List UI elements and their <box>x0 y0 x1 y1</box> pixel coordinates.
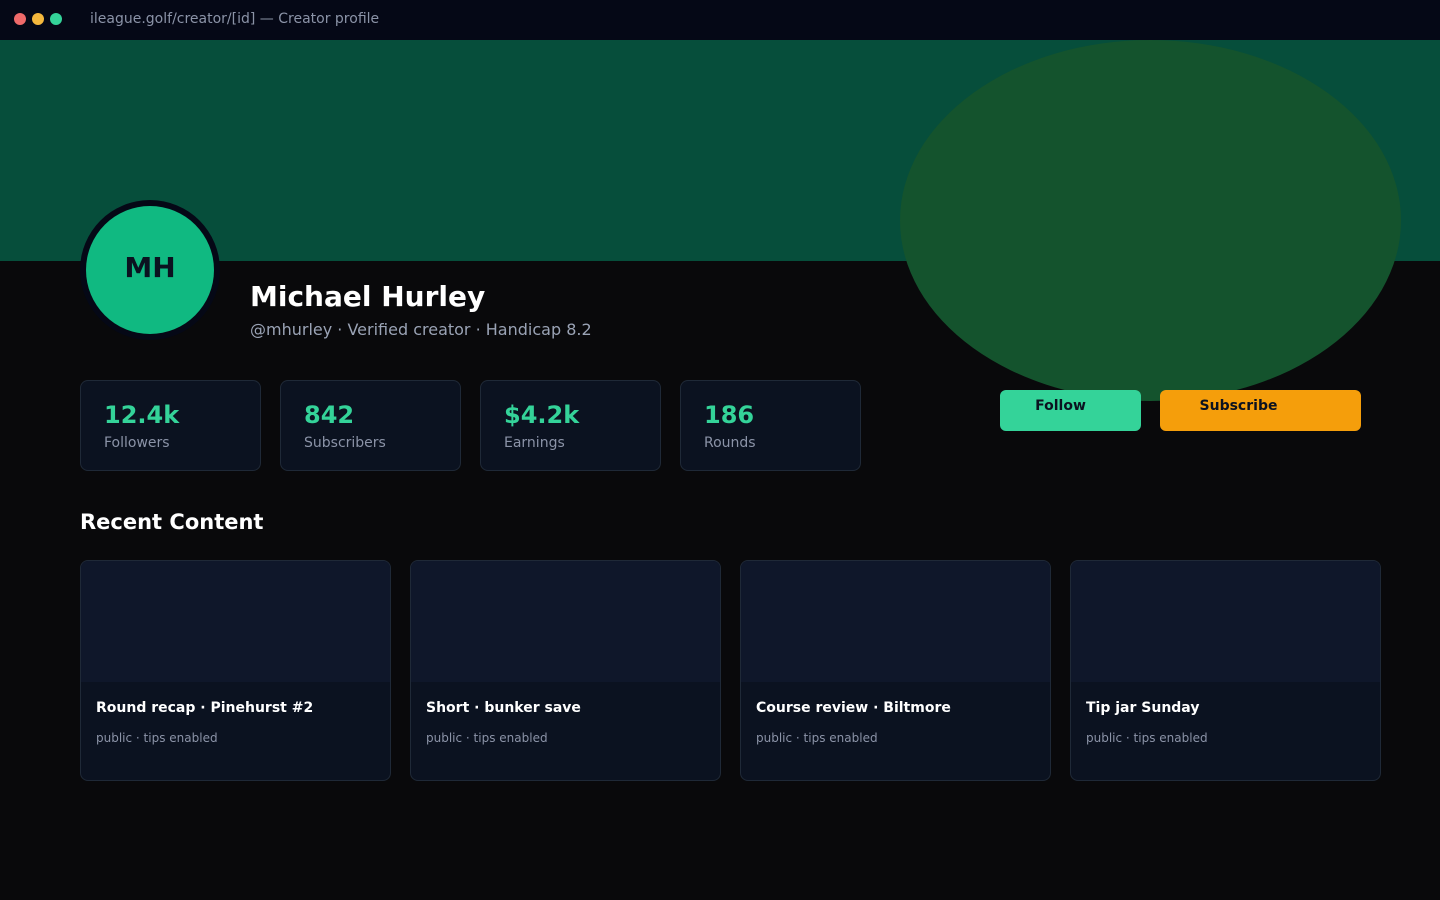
stat-value: 12.4k <box>104 401 180 429</box>
banner-decoration <box>900 40 1401 401</box>
maximize-window-icon[interactable] <box>50 13 62 25</box>
content-meta: public · tips enabled <box>426 731 548 745</box>
stat-card-subscribers: 842 Subscribers <box>280 380 461 471</box>
content-card[interactable]: Round recap · Pinehurst #2 public · tips… <box>80 560 391 781</box>
window-title: ileague.golf/creator/[id] — Creator prof… <box>90 11 380 27</box>
content-thumbnail[interactable] <box>1071 561 1380 682</box>
stat-label: Rounds <box>704 435 756 451</box>
content-thumbnail[interactable] <box>411 561 720 682</box>
stat-label: Earnings <box>504 435 565 451</box>
stat-label: Followers <box>104 435 170 451</box>
stat-value: $4.2k <box>504 401 580 429</box>
stat-value: 842 <box>304 401 355 429</box>
subscribe-button[interactable]: Subscribe <box>1160 390 1361 431</box>
profile-name: Michael Hurley <box>250 280 486 313</box>
content-title[interactable]: Short · bunker save <box>426 700 581 716</box>
section-title-recent-content: Recent Content <box>80 510 264 534</box>
content-title[interactable]: Round recap · Pinehurst #2 <box>96 700 313 716</box>
avatar-initials: MH <box>124 250 176 284</box>
follow-button[interactable]: Follow <box>1000 390 1141 431</box>
stat-card-earnings: $4.2k Earnings <box>480 380 661 471</box>
stat-card-rounds: 186 Rounds <box>680 380 861 471</box>
content-title[interactable]: Course review · Biltmore <box>756 700 951 716</box>
stat-value: 186 <box>704 401 755 429</box>
avatar: MH <box>86 206 214 334</box>
content-card[interactable]: Tip jar Sunday public · tips enabled <box>1070 560 1381 781</box>
content-meta: public · tips enabled <box>96 731 218 745</box>
content-card[interactable]: Short · bunker save public · tips enable… <box>410 560 721 781</box>
profile-subline: @mhurley · Verified creator · Handicap 8… <box>250 320 592 339</box>
close-window-icon[interactable] <box>14 13 26 25</box>
content-title[interactable]: Tip jar Sunday <box>1086 700 1199 716</box>
content-meta: public · tips enabled <box>1086 731 1208 745</box>
window-titlebar: ileague.golf/creator/[id] — Creator prof… <box>0 0 1440 40</box>
content-meta: public · tips enabled <box>756 731 878 745</box>
content-thumbnail[interactable] <box>741 561 1050 682</box>
stat-card-followers: 12.4k Followers <box>80 380 261 471</box>
content-card[interactable]: Course review · Biltmore public · tips e… <box>740 560 1051 781</box>
minimize-window-icon[interactable] <box>32 13 44 25</box>
stat-label: Subscribers <box>304 435 386 451</box>
content-thumbnail[interactable] <box>81 561 390 682</box>
